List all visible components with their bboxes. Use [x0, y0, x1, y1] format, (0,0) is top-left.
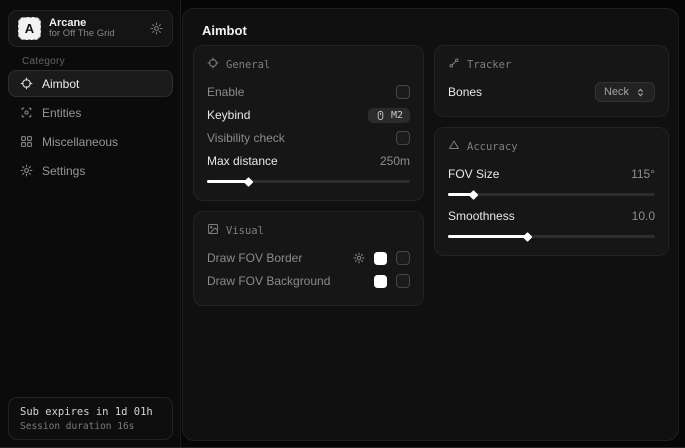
grid-icon	[20, 135, 33, 148]
smoothness-row: Smoothness 10.0	[448, 205, 655, 227]
page-title: Aimbot	[202, 23, 247, 38]
enable-label: Enable	[207, 85, 244, 99]
brand-logo: A	[18, 17, 41, 40]
gear-icon[interactable]	[150, 22, 163, 35]
brand-subtitle: for Off The Grid	[49, 29, 142, 40]
triangle-icon	[448, 139, 460, 154]
visibility-check-row: Visibility check	[207, 127, 410, 149]
sub-expiry-text: Sub expires in 1d 01h	[20, 406, 161, 418]
visual-card: Visual Draw FOV Border	[193, 211, 424, 306]
sidebar-item-settings[interactable]: Settings	[8, 157, 173, 184]
fov-size-value: 115°	[631, 167, 655, 181]
enable-row: Enable	[207, 81, 410, 103]
session-duration-text: Session duration 16s	[20, 421, 161, 432]
max-distance-slider[interactable]	[207, 180, 410, 183]
bone-icon	[448, 57, 460, 72]
sidebar-item-label: Miscellaneous	[42, 135, 118, 149]
card-title: Accuracy	[467, 141, 518, 153]
bones-select[interactable]: Neck	[595, 82, 655, 102]
visibility-check-checkbox[interactable]	[396, 131, 410, 145]
mouse-icon	[375, 110, 386, 121]
gear-icon	[20, 164, 33, 177]
smoothness-slider[interactable]	[448, 235, 655, 238]
sidebar-item-aimbot[interactable]: Aimbot	[8, 70, 173, 97]
fov-border-checkbox[interactable]	[396, 251, 410, 265]
keybind-value: M2	[391, 110, 403, 121]
sidebar-item-miscellaneous[interactable]: Miscellaneous	[8, 128, 173, 155]
smoothness-label: Smoothness	[448, 209, 515, 223]
tracker-card: Tracker Bones Neck	[434, 45, 669, 117]
enable-checkbox[interactable]	[396, 85, 410, 99]
fov-background-row: Draw FOV Background	[207, 270, 410, 292]
brand-card: A Arcane for Off The Grid	[8, 10, 173, 47]
sidebar-item-label: Settings	[42, 164, 85, 178]
keybind-row: Keybind M2	[207, 104, 410, 126]
bones-row: Bones Neck	[448, 81, 655, 103]
fov-border-label: Draw FOV Border	[207, 251, 302, 265]
main-panel: Aimbot General Enable	[182, 8, 679, 441]
sidebar: A Arcane for Off The Grid Category	[0, 0, 181, 447]
fov-background-checkbox[interactable]	[396, 274, 410, 288]
slider-thumb[interactable]	[468, 190, 478, 200]
sidebar-item-label: Aimbot	[42, 77, 79, 91]
fov-background-label: Draw FOV Background	[207, 274, 330, 288]
fov-size-row: FOV Size 115°	[448, 163, 655, 185]
card-title: Tracker	[467, 59, 511, 71]
keybind-button[interactable]: M2	[368, 108, 410, 123]
card-title: Visual	[226, 225, 264, 237]
category-label: Category	[22, 56, 65, 67]
fov-border-color-swatch[interactable]	[374, 252, 387, 265]
subscription-status: Sub expires in 1d 01h Session duration 1…	[8, 397, 173, 440]
gear-icon[interactable]	[353, 252, 365, 264]
app-window: A Arcane for Off The Grid Category	[0, 0, 685, 448]
visibility-check-label: Visibility check	[207, 131, 285, 145]
crosshair-icon	[207, 57, 219, 72]
card-title: General	[226, 59, 270, 71]
slider-thumb[interactable]	[243, 177, 253, 187]
max-distance-label: Max distance	[207, 154, 278, 168]
max-distance-value: 250m	[380, 154, 410, 168]
sidebar-nav: Aimbot Entities Miscella	[8, 70, 173, 184]
bones-value: Neck	[604, 86, 629, 98]
bones-label: Bones	[448, 85, 482, 99]
fov-size-label: FOV Size	[448, 167, 499, 181]
smoothness-value: 10.0	[632, 209, 655, 223]
scan-icon	[20, 106, 33, 119]
fov-background-color-swatch[interactable]	[374, 275, 387, 288]
keybind-label: Keybind	[207, 108, 250, 122]
crosshair-icon	[20, 77, 33, 90]
max-distance-row: Max distance 250m	[207, 150, 410, 172]
chevron-updown-icon	[635, 87, 646, 98]
accuracy-card: Accuracy FOV Size 115° Smoothness 10.0	[434, 127, 669, 256]
image-icon	[207, 223, 219, 238]
fov-border-row: Draw FOV Border	[207, 247, 410, 269]
fov-size-slider[interactable]	[448, 193, 655, 196]
general-card: General Enable Keybind	[193, 45, 424, 201]
sidebar-item-label: Entities	[42, 106, 81, 120]
sidebar-item-entities[interactable]: Entities	[8, 99, 173, 126]
slider-thumb[interactable]	[522, 232, 532, 242]
